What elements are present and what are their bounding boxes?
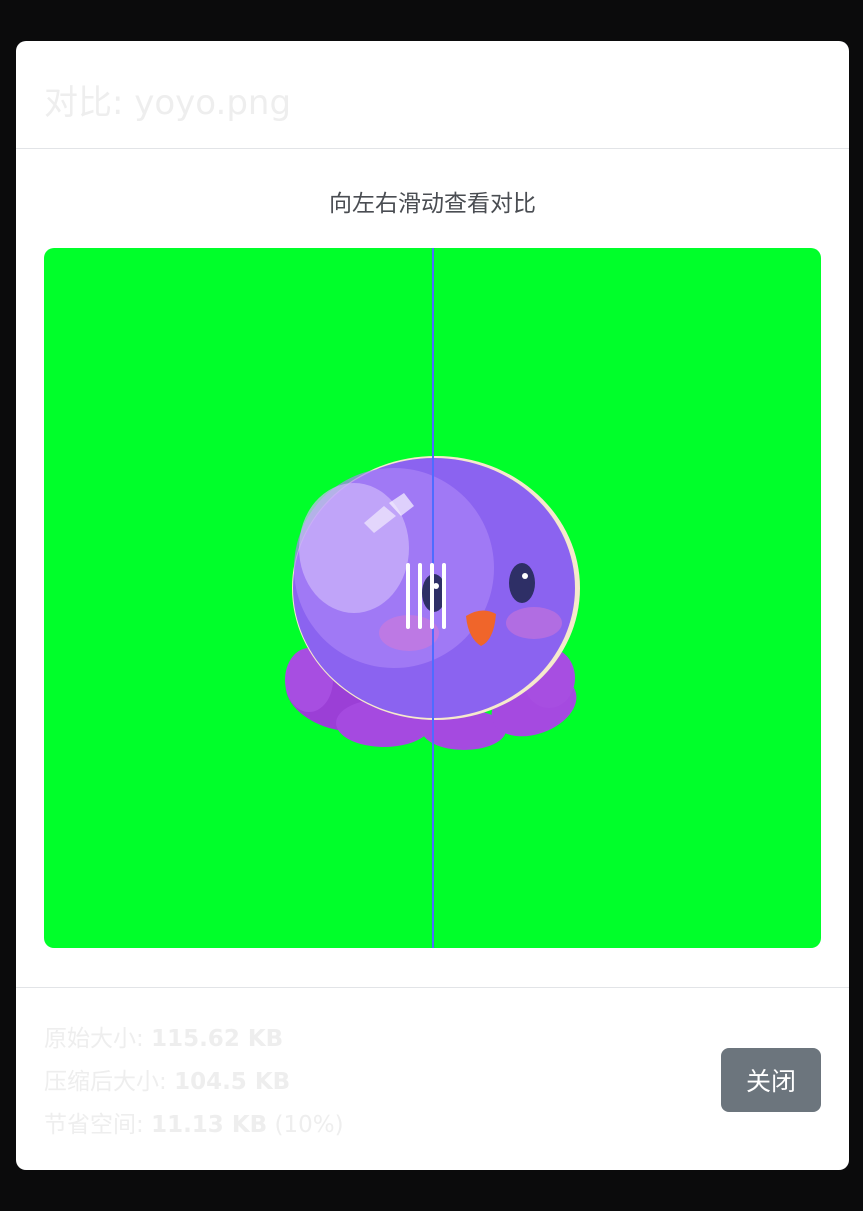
saved-space: 节省空间: 11.13 KB (10%) [44,1112,344,1138]
drag-handle-icon[interactable] [404,563,452,629]
modal-title: 对比: yoyo.png [44,83,292,123]
compression-stats: 原始大小: 115.62 KB 压缩后大小: 104.5 KB 节省空间: 11… [44,1018,344,1147]
modal-footer: 原始大小: 115.62 KB 压缩后大小: 104.5 KB 节省空间: 11… [16,987,849,1170]
compare-modal: 对比: yoyo.png 向左右滑动查看对比 原始大小: 115.62 KB 压… [16,41,849,1170]
slide-hint: 向左右滑动查看对比 [329,191,536,217]
modal-header: 对比: yoyo.png [16,41,849,149]
close-button[interactable]: 关闭 [721,1048,821,1112]
original-size: 原始大小: 115.62 KB [44,1026,284,1052]
compressed-size: 压缩后大小: 104.5 KB [44,1069,291,1095]
compare-slider[interactable] [44,248,821,948]
